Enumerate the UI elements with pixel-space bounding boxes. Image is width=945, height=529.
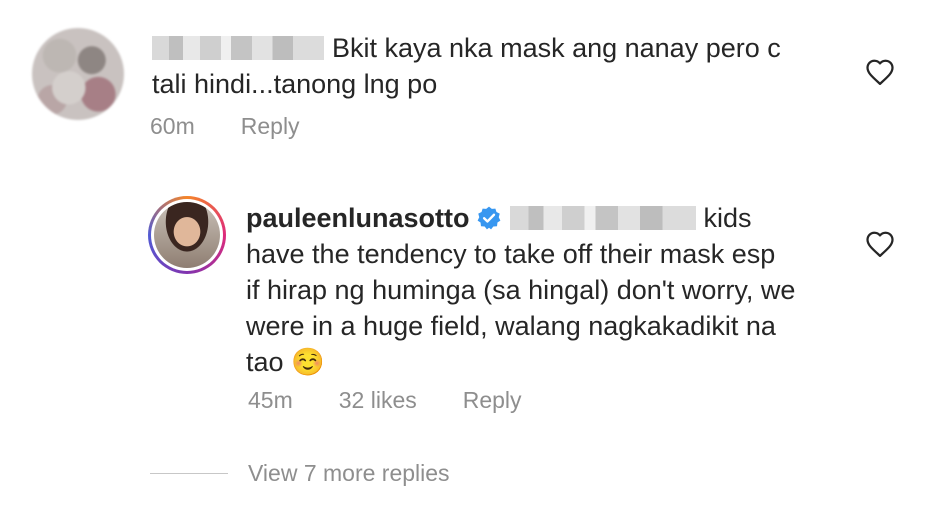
comment-meta: 60m Reply <box>150 113 346 140</box>
avatar-inner <box>151 199 223 271</box>
view-more-replies[interactable]: View 7 more replies <box>150 460 450 487</box>
avatar-blurred[interactable] <box>32 28 124 120</box>
smiling-face-emoji: ☺️ <box>291 347 325 377</box>
avatar-photo <box>154 202 220 268</box>
avatar-story-ring[interactable] <box>148 196 226 274</box>
reply-line: tao <box>246 347 284 377</box>
reply-line: if hirap ng huminga (sa hingal) don't wo… <box>246 275 796 305</box>
reply-text: pauleenlunasotto kids have the tendency … <box>246 200 795 380</box>
divider-line <box>150 473 228 474</box>
redacted-username[interactable] <box>152 36 324 60</box>
reply-time: 45m <box>248 387 293 413</box>
verified-badge-icon <box>477 206 500 230</box>
reply-line: kids <box>703 203 752 233</box>
username-link[interactable]: pauleenlunasotto <box>246 203 470 233</box>
comment-line: tali hindi...tanong lng po <box>152 69 438 99</box>
reply-button[interactable]: Reply <box>463 387 522 413</box>
mentioned-user-redacted[interactable] <box>509 206 696 230</box>
comment-text: Bkit kaya nka mask ang nanay pero c tali… <box>152 30 781 102</box>
reply-button[interactable]: Reply <box>241 113 300 139</box>
likes-count[interactable]: 32 likes <box>339 387 417 413</box>
reply-meta: 45m 32 likes Reply <box>248 387 568 414</box>
heart-outline-icon[interactable] <box>865 58 895 86</box>
heart-outline-icon[interactable] <box>865 230 895 258</box>
reply-line: have the tendency to take off their mask… <box>246 239 776 269</box>
view-more-label[interactable]: View 7 more replies <box>248 460 450 487</box>
reply-line: were in a huge field, walang nagkakadiki… <box>246 311 776 341</box>
comment-line: Bkit kaya nka mask ang nanay pero c <box>332 33 781 63</box>
comment-time: 60m <box>150 113 195 139</box>
